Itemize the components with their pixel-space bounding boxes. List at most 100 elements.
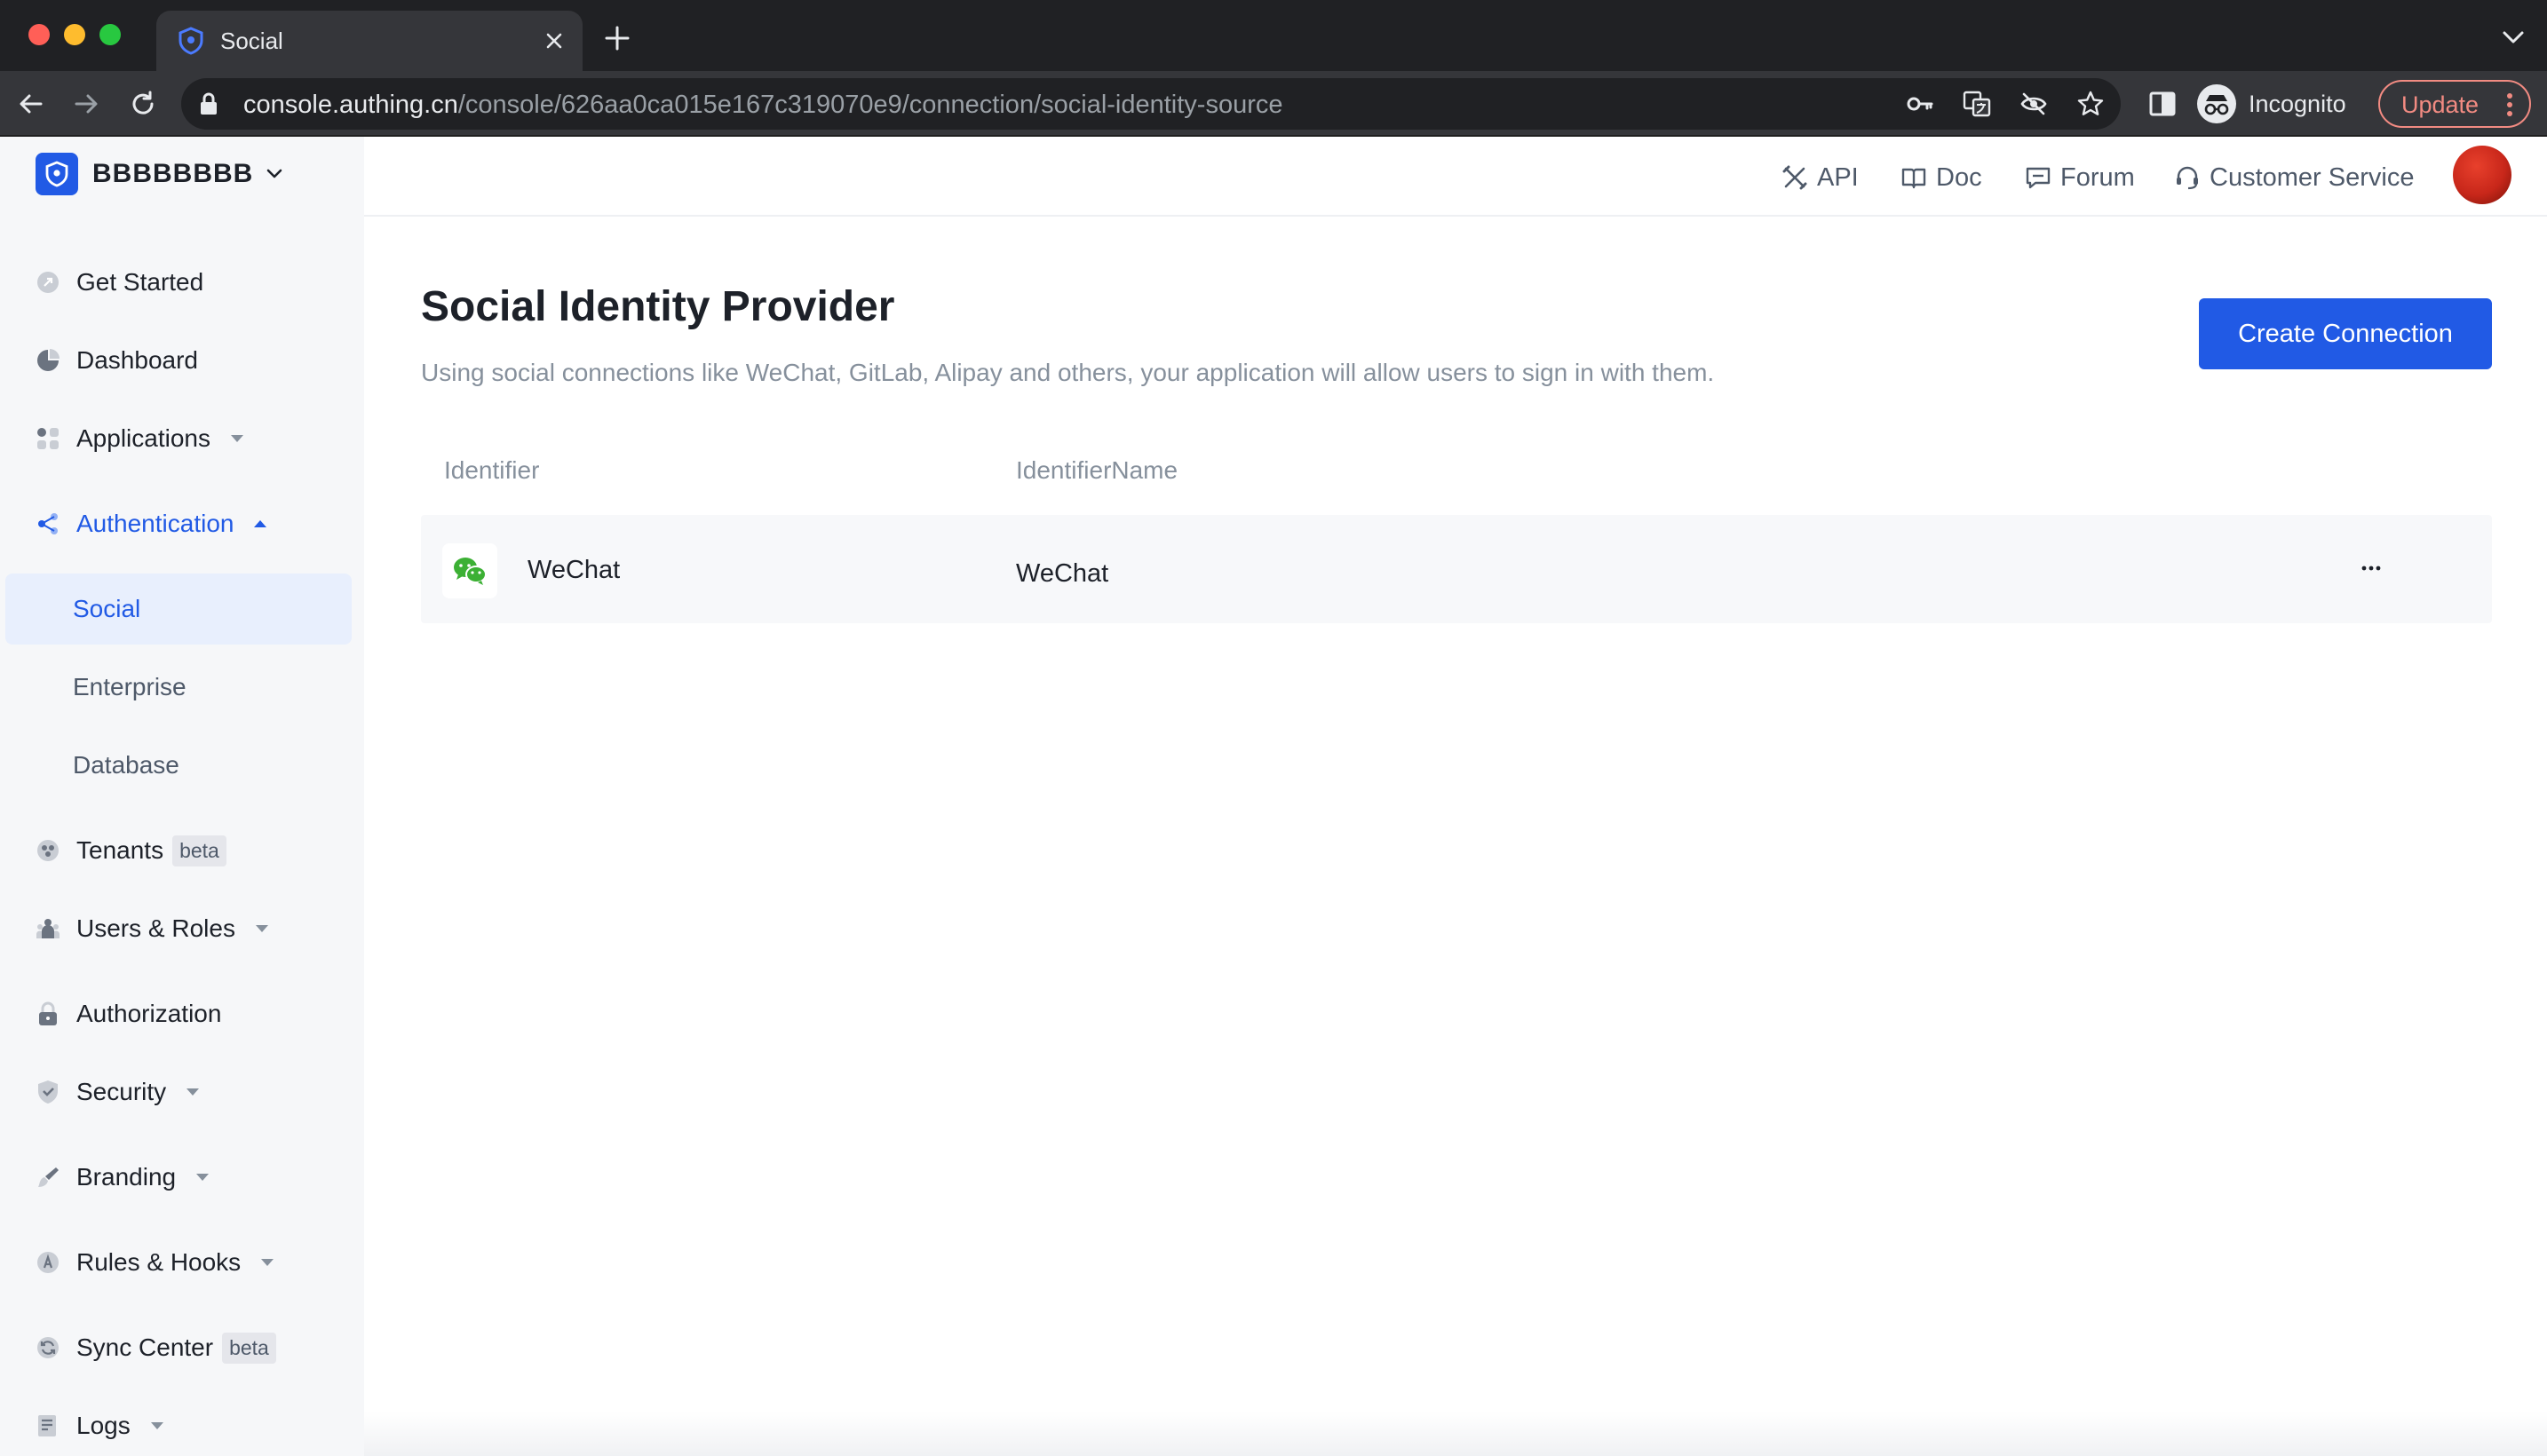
sidebar-item-users-roles[interactable]: Users & Roles bbox=[36, 909, 269, 948]
chat-icon bbox=[2026, 167, 2051, 189]
lock-icon bbox=[36, 1001, 60, 1026]
eye-off-icon[interactable] bbox=[2019, 90, 2048, 118]
org-name: BBBBBBBB bbox=[92, 159, 254, 188]
header-link-customer-service[interactable]: Customer Service bbox=[2174, 160, 2414, 195]
caret-down-icon bbox=[230, 435, 243, 442]
header-link-forum[interactable]: Forum bbox=[2025, 160, 2135, 195]
window-maximize-button[interactable] bbox=[99, 24, 121, 45]
browser-toolbar: console.authing.cn/console/626aa0ca015e1… bbox=[0, 71, 2547, 137]
sidebar-item-label: Authentication bbox=[76, 510, 234, 537]
caret-down-icon bbox=[196, 1174, 210, 1181]
sidebar-subitem-label: Social bbox=[73, 595, 141, 622]
pie-chart-icon bbox=[36, 348, 60, 373]
share-icon bbox=[36, 511, 60, 536]
sidebar-item-authorization[interactable]: Authorization bbox=[36, 994, 221, 1033]
browser-update-button[interactable]: Update bbox=[2378, 80, 2531, 128]
caret-down-icon bbox=[186, 1088, 200, 1096]
reload-icon[interactable] bbox=[128, 89, 158, 119]
sidebar-item-get-started[interactable]: Get Started bbox=[36, 263, 203, 302]
chevron-down-icon[interactable] bbox=[2501, 27, 2526, 48]
url-host: console.authing.cn bbox=[243, 91, 458, 119]
browser-tab-strip: Social bbox=[0, 0, 2547, 71]
sidebar-item-label: Sync Center bbox=[76, 1333, 214, 1361]
tools-icon bbox=[1782, 165, 1807, 190]
back-arrow-icon[interactable] bbox=[16, 89, 46, 119]
lock-icon bbox=[201, 92, 217, 115]
create-connection-button[interactable]: Create Connection bbox=[2199, 298, 2492, 369]
hook-icon bbox=[36, 1250, 60, 1275]
tenants-icon bbox=[36, 838, 60, 863]
sidebar-item-label: Dashboard bbox=[76, 346, 198, 374]
page-bottom-fade bbox=[364, 1412, 2547, 1456]
browser-tab-title: Social bbox=[220, 28, 283, 54]
sidebar-item-label: Get Started bbox=[76, 268, 204, 296]
column-header-identifier[interactable]: Identifier bbox=[444, 456, 539, 485]
page-title: Social Identity Provider bbox=[421, 283, 895, 330]
browser-tab-social[interactable]: Social bbox=[156, 11, 583, 71]
sidebar-item-label: Logs bbox=[76, 1412, 131, 1439]
apps-grid-icon bbox=[36, 426, 60, 451]
translate-icon[interactable] bbox=[1963, 90, 1991, 118]
beta-badge: beta bbox=[222, 1332, 276, 1364]
header-link-api[interactable]: API bbox=[1781, 160, 1859, 195]
sidebar-subitem-label: Database bbox=[73, 751, 179, 779]
sidebar-item-label: Tenants bbox=[76, 836, 164, 864]
page-description: Using social connections like WeChat, Gi… bbox=[421, 359, 1715, 386]
sidebar-subitem-label: Enterprise bbox=[73, 673, 186, 700]
sidebar-item-authentication[interactable]: Authentication bbox=[36, 504, 267, 543]
sidebar-item-applications[interactable]: Applications bbox=[36, 419, 244, 458]
caret-down-icon bbox=[150, 1422, 163, 1429]
book-icon bbox=[1901, 168, 1926, 189]
window-close-button[interactable] bbox=[28, 24, 50, 45]
rocket-icon bbox=[36, 270, 60, 295]
sync-icon bbox=[36, 1335, 60, 1360]
caret-down-icon bbox=[255, 925, 268, 932]
close-tab-icon[interactable] bbox=[542, 28, 567, 53]
shield-icon bbox=[36, 1080, 60, 1104]
row-identifier: WeChat bbox=[528, 556, 621, 584]
side-panel-icon[interactable] bbox=[2147, 89, 2178, 119]
sidebar: BBBBBBBB Get Started Dashboard Applicati… bbox=[0, 137, 364, 1456]
incognito-indicator[interactable]: Incognito bbox=[2197, 82, 2346, 126]
sidebar-subitem-social[interactable]: Social bbox=[5, 574, 352, 645]
sidebar-item-label: Branding bbox=[76, 1163, 177, 1191]
column-header-identifier-name[interactable]: IdentifierName bbox=[1016, 456, 1178, 485]
header-link-doc[interactable]: Doc bbox=[1900, 160, 1982, 195]
top-header: API Doc Forum Customer Service bbox=[364, 137, 2547, 217]
brush-icon bbox=[36, 1165, 60, 1190]
users-icon bbox=[36, 916, 60, 941]
more-vertical-icon bbox=[2507, 93, 2512, 116]
header-link-label: Customer Service bbox=[2210, 162, 2415, 192]
sidebar-item-sync-center[interactable]: Sync Center beta bbox=[36, 1328, 276, 1367]
table-row[interactable]: WeChat WeChat bbox=[421, 515, 2492, 623]
user-avatar[interactable] bbox=[2453, 146, 2511, 204]
logs-icon bbox=[36, 1413, 60, 1438]
key-icon[interactable] bbox=[1906, 90, 1934, 118]
header-link-label: Doc bbox=[1936, 162, 1982, 192]
url-text: console.authing.cn/console/626aa0ca015e1… bbox=[243, 90, 1283, 120]
sidebar-item-tenants[interactable]: Tenants beta bbox=[36, 831, 226, 870]
org-switcher[interactable]: BBBBBBBB bbox=[36, 149, 283, 199]
sidebar-item-logs[interactable]: Logs bbox=[36, 1406, 164, 1445]
sidebar-item-dashboard[interactable]: Dashboard bbox=[36, 341, 198, 380]
chevron-down-icon bbox=[267, 169, 282, 178]
sidebar-item-rules-hooks[interactable]: Rules & Hooks bbox=[36, 1243, 274, 1282]
sidebar-item-label: Authorization bbox=[76, 1000, 222, 1027]
bookmark-star-icon[interactable] bbox=[2076, 90, 2105, 118]
incognito-icon bbox=[2197, 84, 2236, 123]
sidebar-subitem-enterprise[interactable]: Enterprise bbox=[5, 652, 352, 723]
caret-down-icon bbox=[261, 1259, 274, 1266]
window-minimize-button[interactable] bbox=[64, 24, 85, 45]
authing-logo-icon bbox=[36, 153, 78, 195]
header-link-label: API bbox=[1817, 162, 1859, 192]
sidebar-item-label: Rules & Hooks bbox=[76, 1248, 242, 1276]
more-horizontal-icon[interactable] bbox=[2357, 558, 2385, 579]
sidebar-subitem-database[interactable]: Database bbox=[5, 730, 352, 801]
new-tab-icon[interactable] bbox=[604, 25, 631, 51]
address-bar[interactable]: console.authing.cn/console/626aa0ca015e1… bbox=[181, 78, 2121, 130]
caret-up-icon bbox=[254, 520, 267, 527]
row-identifier-name: WeChat bbox=[1016, 559, 1109, 588]
sidebar-item-branding[interactable]: Branding bbox=[36, 1158, 210, 1197]
forward-arrow-icon[interactable] bbox=[71, 89, 101, 119]
sidebar-item-security[interactable]: Security bbox=[36, 1072, 200, 1112]
